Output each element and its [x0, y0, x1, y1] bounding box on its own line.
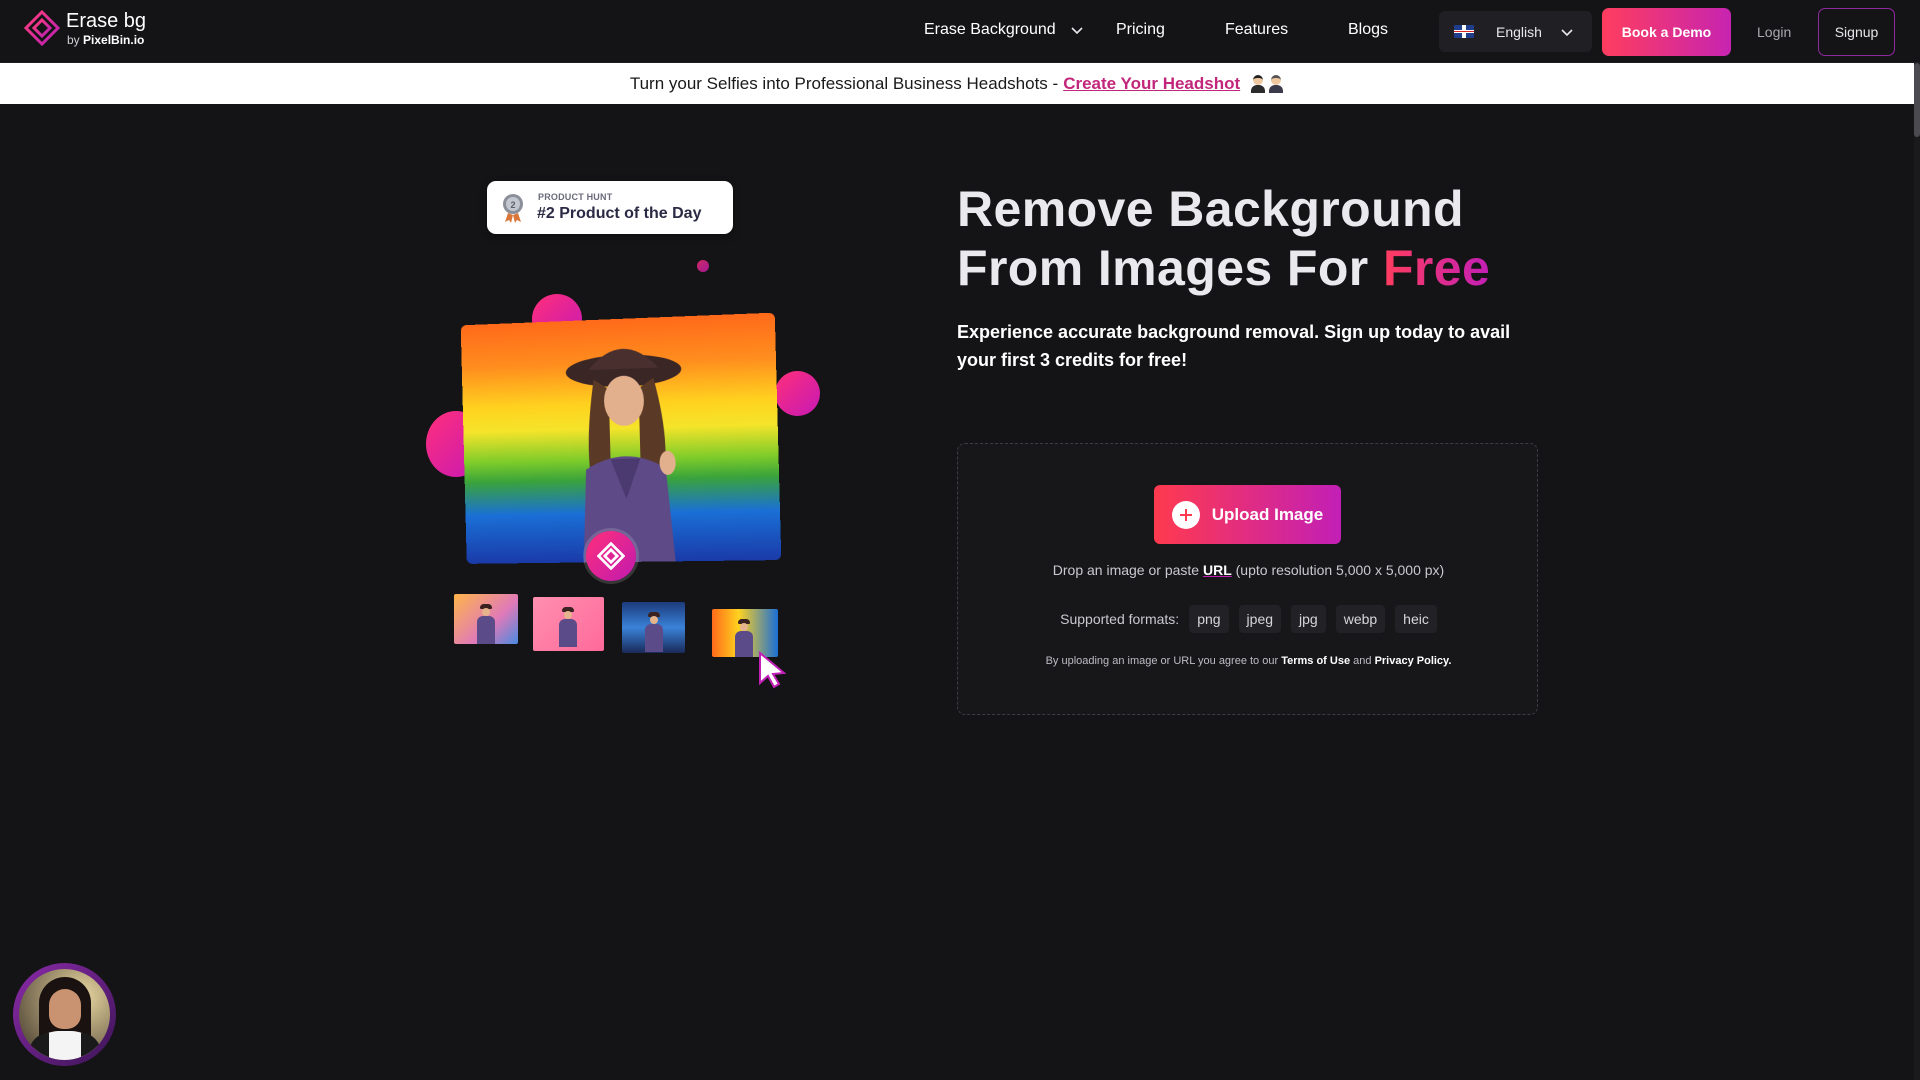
nav-blogs[interactable]: Blogs: [1348, 21, 1388, 39]
format-chip: webp: [1335, 605, 1386, 633]
format-chip: png: [1189, 605, 1229, 633]
nav-features[interactable]: Features: [1225, 21, 1288, 39]
sample-thumbnail[interactable]: [454, 594, 518, 644]
chat-assistant-avatar[interactable]: [13, 963, 116, 1066]
brand-logo[interactable]: Erase bg by PixelBin.io: [24, 10, 146, 46]
woman-office-worker-icon: [1250, 74, 1266, 93]
signup-button[interactable]: Signup: [1818, 8, 1895, 56]
hero-title: Remove Background From Images For Free: [957, 180, 1490, 298]
man-office-worker-icon: [1268, 74, 1284, 93]
book-demo-button[interactable]: Book a Demo: [1602, 8, 1731, 56]
product-hunt-badge[interactable]: 2 PRODUCT HUNT #2 Product of the Day: [487, 181, 733, 234]
create-headshot-link[interactable]: Create Your Headshot: [1063, 74, 1240, 94]
decor-dot: [697, 260, 709, 272]
woman-portrait: [565, 347, 682, 564]
erase-bg-logo-icon: [586, 531, 636, 581]
language-selector[interactable]: English: [1439, 11, 1592, 52]
top-nav-bar: Erase bg by PixelBin.io Erase Background…: [0, 0, 1920, 63]
hero-title-line1: Remove Background: [957, 181, 1464, 237]
page-scrollbar[interactable]: [1914, 63, 1920, 1080]
logo-title: Erase bg: [66, 9, 147, 32]
hero-title-highlight: Free: [1382, 240, 1491, 296]
nav-pricing[interactable]: Pricing: [1116, 21, 1165, 39]
nav-erase-background-label: Erase Background: [924, 21, 1056, 38]
upload-image-button[interactable]: Upload Image: [1154, 485, 1341, 544]
sample-thumbnail[interactable]: [622, 602, 685, 653]
supported-formats: Supported formats: png jpeg jpg webp hei…: [958, 605, 1539, 633]
logo-subtitle: by PixelBin.io: [67, 32, 145, 47]
format-chip: heic: [1395, 605, 1437, 633]
upload-button-label: Upload Image: [1211, 504, 1324, 524]
decor-dot: [775, 371, 820, 416]
paste-url-link[interactable]: URL: [1203, 562, 1232, 578]
svg-text:2: 2: [510, 200, 515, 210]
mouse-pointer-icon: [759, 651, 787, 689]
language-label: English: [1496, 23, 1542, 40]
uk-flag-icon: [1454, 25, 1474, 38]
erase-bg-logo-icon: [24, 10, 60, 46]
terms-of-use-link[interactable]: Terms of Use: [1281, 655, 1350, 667]
scrollbar-thumb[interactable]: [1914, 63, 1920, 137]
badge-title: #2 Product of the Day: [537, 205, 702, 222]
privacy-policy-link[interactable]: Privacy Policy.: [1375, 655, 1452, 667]
chevron-down-icon: [1071, 27, 1083, 34]
badge-kicker: PRODUCT HUNT: [538, 192, 613, 202]
terms-notice: By uploading an image or URL you agree t…: [1045, 655, 1452, 667]
chevron-down-icon: [1561, 29, 1573, 37]
format-chip: jpeg: [1238, 605, 1282, 633]
upload-dropzone[interactable]: Upload Image Drop an image or paste URL …: [957, 443, 1538, 715]
hero-title-line2: From Images For Free: [957, 240, 1491, 296]
banner-emoji: [1250, 74, 1284, 93]
format-chip: jpg: [1291, 605, 1326, 633]
banner-text: Turn your Selfies into Professional Busi…: [629, 73, 1059, 93]
plus-icon: [1171, 500, 1200, 529]
nav-erase-background[interactable]: Erase Background: [924, 21, 1084, 39]
login-link[interactable]: Login: [1757, 24, 1791, 40]
avatar: [19, 969, 110, 1060]
formats-label: Supported formats:: [1060, 611, 1180, 627]
award-medal-icon: 2: [503, 194, 523, 223]
sample-thumbnail[interactable]: [712, 609, 778, 657]
sample-thumbnail[interactable]: [533, 597, 604, 651]
sample-photo: [460, 312, 782, 564]
hero-subtitle: Experience accurate background removal. …: [957, 322, 1511, 370]
promo-banner: Turn your Selfies into Professional Busi…: [0, 63, 1914, 104]
drop-instructions: Drop an image or paste URL (upto resolut…: [1052, 562, 1445, 578]
